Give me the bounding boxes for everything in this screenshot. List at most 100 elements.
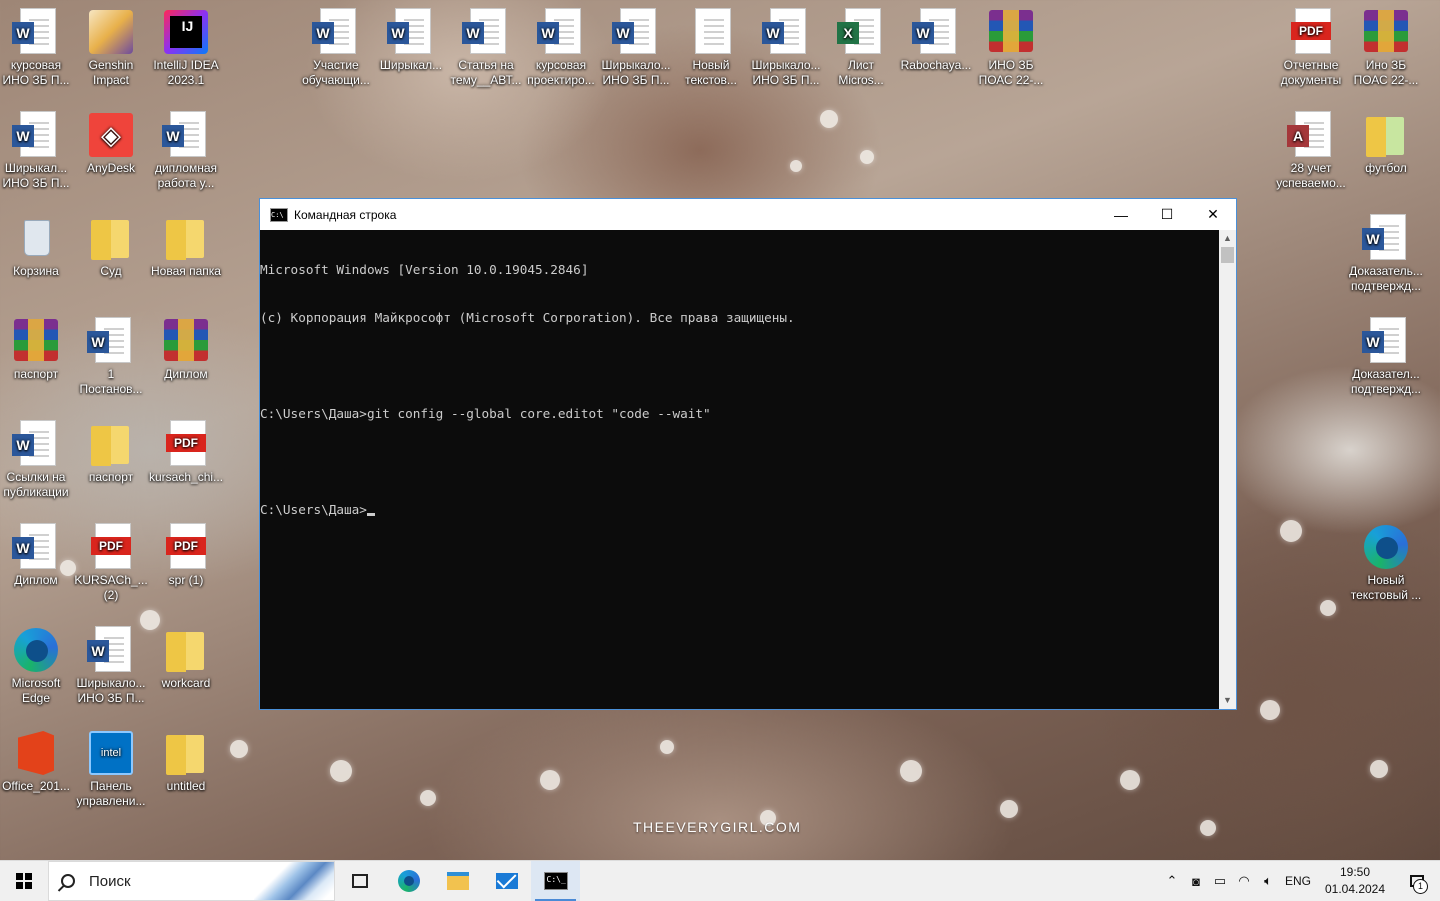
desktop-icon[interactable]: W Статья на тему__АВТ... [449, 0, 523, 88]
desktop-icon[interactable]: X Лист Micros... [824, 0, 898, 88]
desktop-icon-label: workcard [161, 676, 211, 690]
desktop-icon[interactable]: W Ссылки на публикации [0, 412, 73, 500]
desktop-icon-label: Новый текстовый ... [1350, 573, 1422, 602]
cmd-icon: C:\_ [543, 872, 568, 890]
minimize-button[interactable]: — [1098, 199, 1144, 230]
desktop-icon[interactable]: W Участие обучающи... [299, 0, 373, 88]
access-icon: A [1287, 111, 1335, 159]
console-output[interactable]: Microsoft Windows [Version 10.0.19045.28… [260, 230, 1219, 709]
action-center-button[interactable]: 1 [1394, 861, 1440, 901]
desktop-icon-label: Office_201... [2, 779, 70, 793]
input-language[interactable]: ENG [1280, 874, 1316, 888]
desktop-icon-label: Диплом [14, 573, 58, 587]
desktop-icon-label: Rabochaya... [900, 58, 972, 72]
volume-icon[interactable]: 🔈︎ [1256, 873, 1280, 889]
word-icon: W [12, 8, 60, 56]
desktop-icon[interactable]: W Диплом [0, 515, 73, 588]
anydesk-icon: ◈ [87, 111, 135, 159]
desktop-icon[interactable]: IJ IntelliJ IDEA 2023.1 [149, 0, 223, 88]
desktop-icon[interactable]: W Rabochaya... [899, 0, 973, 73]
desktop-icon-label: футбол [1365, 161, 1407, 175]
desktop-icon-label: Диплом [164, 367, 208, 381]
folder-icon [162, 729, 210, 777]
search-highlight-image [254, 862, 334, 900]
desktop-icon[interactable]: Wкурсовая ИНО ЗБ П... [0, 0, 73, 88]
clock[interactable]: 19:50 01.04.2024 [1316, 864, 1394, 898]
mail-icon [495, 873, 518, 889]
edge-icon [397, 870, 420, 892]
desktop-icon-label: Панель управлени... [76, 779, 146, 808]
cmd-titlebar[interactable]: C:\ Командная строка — ☐ ✕ [260, 199, 1236, 230]
desktop-icon-label: Статья на тему__АВТ... [450, 58, 522, 87]
desktop-icon-label: Ширыкало... ИНО ЗБ П... [751, 58, 821, 87]
taskbar-search[interactable]: Поиск [48, 861, 335, 901]
word-icon: W [612, 8, 660, 56]
desktop-icon[interactable]: Genshin Impact [74, 0, 148, 88]
desktop-icon[interactable]: Wдипломная работа у... [149, 103, 223, 191]
taskbar-edge[interactable] [384, 861, 433, 901]
desktop-icon[interactable]: intel Панель управлени... [74, 721, 148, 809]
folder-icon [162, 214, 210, 262]
battery-icon[interactable]: ▭ [1208, 873, 1232, 889]
scroll-thumb[interactable] [1221, 247, 1234, 263]
start-button[interactable] [0, 861, 48, 901]
desktop-icon[interactable]: Новый текстов... [674, 0, 748, 88]
desktop-icon[interactable]: Office_201... [0, 721, 73, 794]
desktop-icon-label: Ширыкал... [379, 58, 443, 72]
close-button[interactable]: ✕ [1190, 199, 1236, 230]
taskbar-mail[interactable] [482, 861, 531, 901]
cmd-window[interactable]: C:\ Командная строка — ☐ ✕ Microsoft Win… [259, 198, 1237, 710]
desktop-icon[interactable]: Ино ЗБ ПОАС 22-... [1349, 0, 1423, 88]
desktop-icon[interactable]: PDF KURSACh_... (2) [74, 515, 148, 603]
desktop-icon[interactable]: W Ширыкало... ИНО ЗБ П... [599, 0, 673, 88]
desktop-icon[interactable]: PDF Отчетные документы [1274, 0, 1348, 88]
desktop-icon[interactable]: Новый текстовый ... [1349, 515, 1423, 603]
scroll-up-arrow-icon[interactable]: ▲ [1219, 230, 1236, 247]
desktop-icon[interactable]: паспорт [74, 412, 148, 485]
desktop-icon-label: Ссылки на публикации [3, 470, 69, 499]
vertical-scrollbar[interactable]: ▲ ▼ [1219, 230, 1236, 709]
taskbar-file-explorer[interactable] [433, 861, 482, 901]
desktop-icon[interactable]: W Ширыкало... ИНО ЗБ П... [749, 0, 823, 88]
edge-icon [1362, 523, 1410, 571]
desktop-icon[interactable]: PDF spr (1) [149, 515, 223, 588]
desktop-icon[interactable]: Новая папка [149, 206, 223, 279]
console-prompt-line[interactable]: C:\Users\Даша> [260, 502, 1219, 518]
desktop-icon-label: Microsoft Edge [11, 676, 61, 705]
desktop-icon[interactable]: ИНО ЗБ ПОАС 22-... [974, 0, 1048, 88]
desktop-icon[interactable]: Диплом [149, 309, 223, 382]
desktop-icon-label: ИНО ЗБ ПОАС 22-... [978, 58, 1044, 87]
desktop-icon-label: 28 учет успеваемо... [1276, 161, 1346, 190]
desktop-icon[interactable]: untitled [149, 721, 223, 794]
desktop-icon[interactable]: W Ширыкало... ИНО ЗБ П... [74, 618, 148, 706]
desktop-icon[interactable]: Microsoft Edge [0, 618, 73, 706]
desktop-icon[interactable]: W Доказател... подтвержд... [1349, 309, 1423, 397]
maximize-button[interactable]: ☐ [1144, 199, 1190, 230]
chevron-up-icon[interactable]: ⌃ [1160, 873, 1184, 889]
desktop-icon[interactable]: Суд [74, 206, 148, 279]
desktop-icon[interactable]: W1 Постанов... [74, 309, 148, 397]
desktop-icon-label: kursach_chi... [149, 470, 224, 484]
taskbar-cmd[interactable]: C:\_ [531, 861, 580, 901]
desktop-icon-label: Ширыкал... ИНО ЗБ П... [2, 161, 70, 190]
desktop-icon[interactable]: W Доказатель... подтвержд... [1349, 206, 1423, 294]
desktop-icon[interactable]: PDF kursach_chi... [149, 412, 223, 485]
desktop-icon[interactable]: ◈ AnyDesk [74, 103, 148, 176]
desktop-icon[interactable]: Wкурсовая проектиро... [524, 0, 598, 88]
desktop-icon[interactable]: паспорт [0, 309, 73, 382]
scroll-down-arrow-icon[interactable]: ▼ [1219, 692, 1236, 709]
desktop-icon[interactable]: workcard [149, 618, 223, 691]
wifi-icon[interactable]: ◠ [1232, 873, 1256, 889]
recycle-icon [12, 214, 60, 262]
desktop-icon[interactable]: Корзина [0, 206, 73, 279]
task-view-button[interactable] [335, 861, 384, 901]
meet-now-icon[interactable]: ◙ [1184, 874, 1208, 889]
desktop-icon-label: untitled [166, 779, 206, 793]
word-icon: W [762, 8, 810, 56]
office-icon [12, 729, 60, 777]
desktop-icon[interactable]: W Ширыкал... [374, 0, 448, 73]
desktop-icon[interactable]: A 28 учет успеваемо... [1274, 103, 1348, 191]
desktop-icon[interactable]: W Ширыкал... ИНО ЗБ П... [0, 103, 73, 191]
desktop-icon[interactable]: футбол [1349, 103, 1423, 176]
word-icon: W [12, 523, 60, 571]
